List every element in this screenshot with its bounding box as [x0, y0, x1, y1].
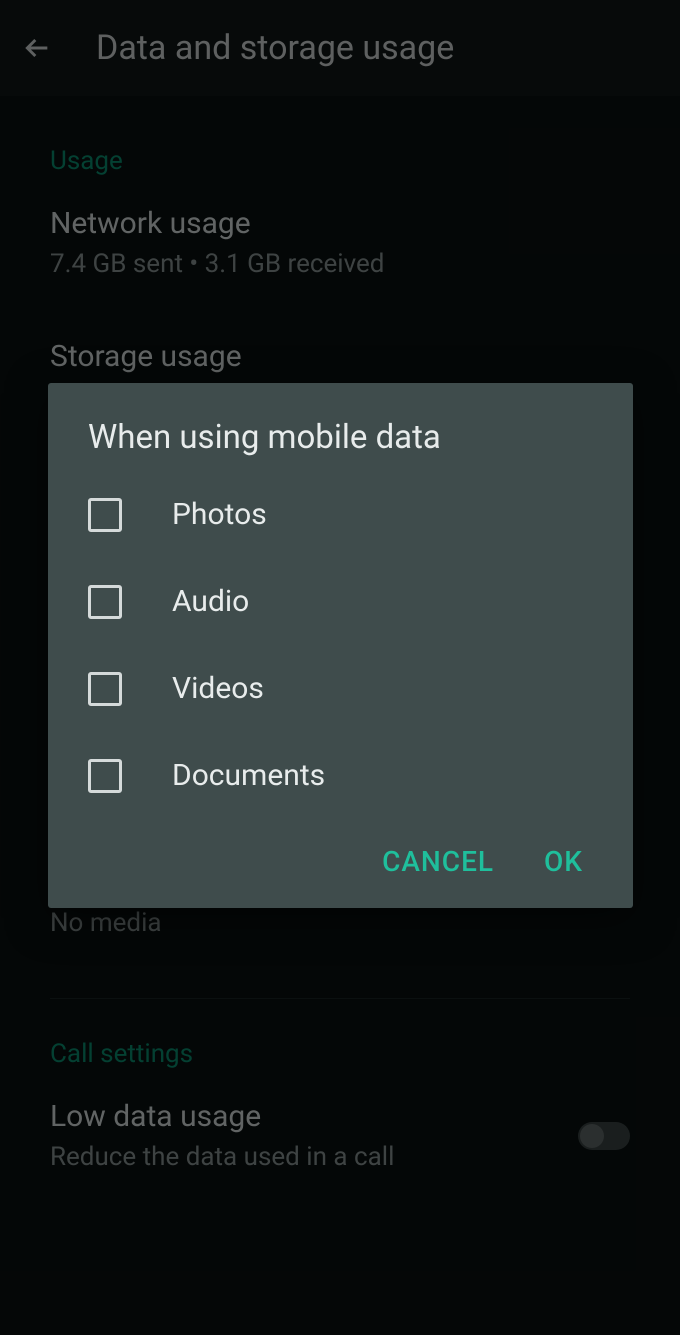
- dialog-title: When using mobile data: [88, 418, 593, 457]
- dialog-button-row: CANCEL OK: [88, 845, 593, 878]
- option-documents[interactable]: Documents: [88, 758, 593, 793]
- option-label: Documents: [172, 758, 325, 793]
- option-label: Photos: [172, 497, 267, 532]
- cancel-button[interactable]: CANCEL: [382, 845, 494, 878]
- ok-button[interactable]: OK: [544, 845, 583, 878]
- option-photos[interactable]: Photos: [88, 497, 593, 532]
- checkbox-icon[interactable]: [88, 759, 122, 793]
- checkbox-icon[interactable]: [88, 585, 122, 619]
- checkbox-icon[interactable]: [88, 672, 122, 706]
- mobile-data-dialog: When using mobile data Photos Audio Vide…: [48, 383, 633, 908]
- option-audio[interactable]: Audio: [88, 584, 593, 619]
- option-label: Audio: [172, 584, 249, 619]
- modal-overlay[interactable]: When using mobile data Photos Audio Vide…: [0, 0, 680, 1335]
- option-label: Videos: [172, 671, 264, 706]
- checkbox-icon[interactable]: [88, 498, 122, 532]
- option-videos[interactable]: Videos: [88, 671, 593, 706]
